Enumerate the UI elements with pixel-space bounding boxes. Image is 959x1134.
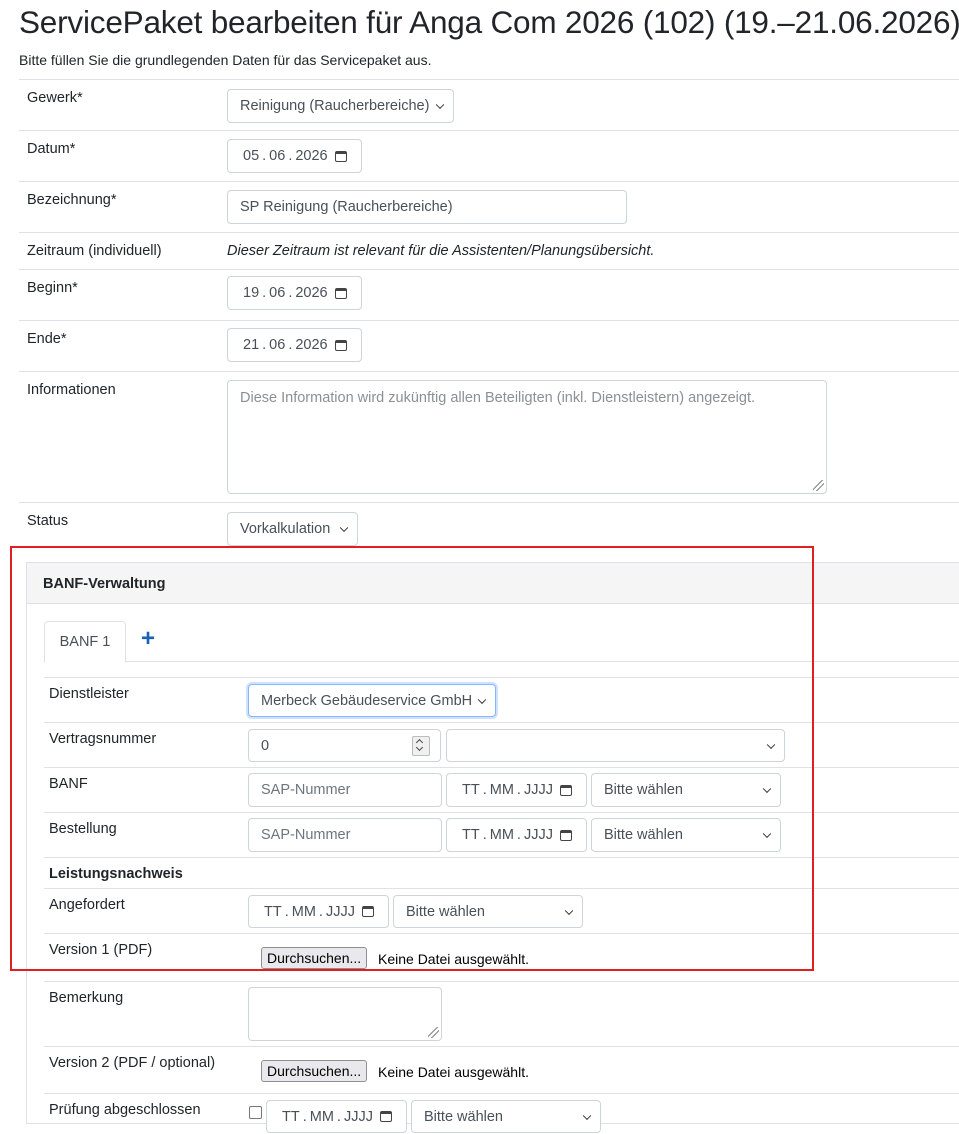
row-ende: Ende* 21. 06. 2026: [19, 321, 959, 372]
row-informationen: Informationen Diese Information wird zuk…: [19, 372, 959, 503]
dienstleister-label: Dienstleister: [49, 686, 129, 702]
calendar-icon[interactable]: [334, 150, 347, 162]
version1-file-status: Keine Datei ausgewählt.: [378, 951, 529, 967]
beginn-input[interactable]: 19. 06. 2026: [227, 276, 362, 310]
resize-grip-icon[interactable]: [428, 1027, 439, 1038]
calendar-icon[interactable]: [559, 829, 572, 841]
angefordert-status-select[interactable]: Bitte wählen: [393, 895, 583, 928]
angefordert-date-input[interactable]: TT. MM. JJJJ: [248, 895, 389, 928]
pruefung-status-select[interactable]: Bitte wählen: [411, 1100, 601, 1133]
row-version2: Version 2 (PDF / optional) Durchsuchen..…: [44, 1046, 959, 1094]
row-pruefung: Prüfung abgeschlossen TT. MM. JJJJ Bitte w…: [44, 1093, 959, 1134]
banf-panel: BANF-Verwaltung BANF 1 + Dienstleister M…: [26, 562, 959, 1133]
calendar-icon[interactable]: [334, 339, 347, 351]
bemerkung-label: Bemerkung: [49, 990, 124, 1006]
calendar-icon[interactable]: [361, 906, 374, 917]
pruefung-date-input[interactable]: TT. MM. JJJJ: [266, 1100, 407, 1133]
version2-label: Version 2 (PDF / optional): [49, 1055, 216, 1071]
banf-sap-input[interactable]: SAP-Nummer: [248, 773, 442, 807]
servicepaket-form: Gewerk* Reinigung (Raucherbereiche) Datu…: [19, 79, 959, 554]
tab-divider: [44, 661, 959, 662]
row-leistungsnachweis: Leistungsnachweis: [44, 857, 959, 889]
datum-label: Datum*: [27, 141, 76, 157]
calendar-icon[interactable]: [379, 1111, 392, 1122]
row-banf: BANF SAP-Nummer TT. MM. JJJJ Bitte wählen: [44, 767, 959, 813]
bezeichnung-label: Bezeichnung*: [27, 192, 117, 208]
banf-date-input[interactable]: TT. MM. JJJJ: [446, 773, 587, 807]
leistungsnachweis-heading: Leistungsnachweis: [49, 866, 183, 882]
number-spinner-icon[interactable]: [412, 736, 430, 756]
zeitraum-label: Zeitraum (individuell): [27, 243, 162, 259]
zeitraum-note: Dieser Zeitraum ist relevant für die Ass…: [227, 243, 655, 259]
row-vertragsnummer: Vertragsnummer 0: [44, 722, 959, 768]
row-angefordert: Angefordert TT. MM. JJJJ Bitte wählen: [44, 888, 959, 934]
add-tab-icon[interactable]: +: [141, 625, 155, 653]
gewerk-select[interactable]: Reinigung (Raucherbereiche): [227, 89, 454, 123]
informationen-textarea[interactable]: Diese Information wird zukünftig allen B…: [227, 380, 827, 494]
page-intro: Bitte füllen Sie die grundlegenden Daten…: [19, 52, 432, 68]
bestellung-label: Bestellung: [49, 821, 117, 837]
vertragsnummer-label: Vertragsnummer: [49, 731, 157, 747]
calendar-icon[interactable]: [334, 287, 347, 299]
resize-grip-icon[interactable]: [813, 480, 824, 491]
row-dienstleister: Dienstleister Merbeck Gebäudeservice Gmb…: [44, 677, 959, 723]
vertragsnummer-input[interactable]: 0: [248, 729, 441, 762]
row-beginn: Beginn* 19. 06. 2026: [19, 270, 959, 321]
bemerkung-textarea[interactable]: [248, 987, 442, 1041]
bestellung-date-input[interactable]: TT. MM. JJJJ: [446, 818, 587, 852]
calendar-icon[interactable]: [559, 784, 572, 796]
row-gewerk: Gewerk* Reinigung (Raucherbereiche): [19, 80, 959, 131]
row-bezeichnung: Bezeichnung* SP Reinigung (Raucherbereic…: [19, 182, 959, 233]
row-zeitraum: Zeitraum (individuell) Dieser Zeitraum i…: [19, 233, 959, 270]
version2-browse-button[interactable]: Durchsuchen...: [261, 1060, 368, 1082]
row-datum: Datum* 05. 06. 2026: [19, 131, 959, 182]
ende-label: Ende*: [27, 331, 67, 347]
row-bestellung: Bestellung SAP-Nummer TT. MM. JJJJ Bitte w…: [44, 812, 959, 858]
version1-browse-button[interactable]: Durchsuchen...: [261, 947, 368, 969]
page-title: ServicePaket bearbeiten für Anga Com 202…: [19, 4, 959, 40]
bestellung-status-select[interactable]: Bitte wählen: [591, 818, 781, 852]
informationen-label: Informationen: [27, 382, 116, 398]
status-select[interactable]: Vorkalkulation: [227, 512, 358, 546]
status-label: Status: [27, 513, 69, 529]
beginn-label: Beginn*: [27, 280, 78, 296]
row-status: Status Vorkalkulation: [19, 503, 959, 554]
tab-banf-1[interactable]: BANF 1: [44, 621, 126, 663]
version2-file-status: Keine Datei ausgewählt.: [378, 1064, 529, 1080]
banf-header: BANF-Verwaltung: [27, 563, 959, 604]
gewerk-label: Gewerk*: [27, 90, 83, 106]
vertrag-select[interactable]: [446, 729, 785, 762]
angefordert-label: Angefordert: [49, 897, 125, 913]
row-version1: Version 1 (PDF) Durchsuchen... Keine Dat…: [44, 933, 959, 982]
row-bemerkung: Bemerkung: [44, 981, 959, 1047]
banf-status-select[interactable]: Bitte wählen: [591, 773, 781, 807]
bestellung-sap-input[interactable]: SAP-Nummer: [248, 818, 442, 852]
ende-input[interactable]: 21. 06. 2026: [227, 328, 362, 362]
dienstleister-select[interactable]: Merbeck Gebäudeservice GmbH: [248, 684, 496, 717]
datum-input[interactable]: 05. 06. 2026: [227, 139, 362, 173]
bezeichnung-input[interactable]: SP Reinigung (Raucherbereiche): [227, 190, 627, 224]
banf-label: BANF: [49, 776, 88, 792]
version1-label: Version 1 (PDF): [49, 942, 153, 958]
pruefung-checkbox[interactable]: [249, 1106, 262, 1119]
